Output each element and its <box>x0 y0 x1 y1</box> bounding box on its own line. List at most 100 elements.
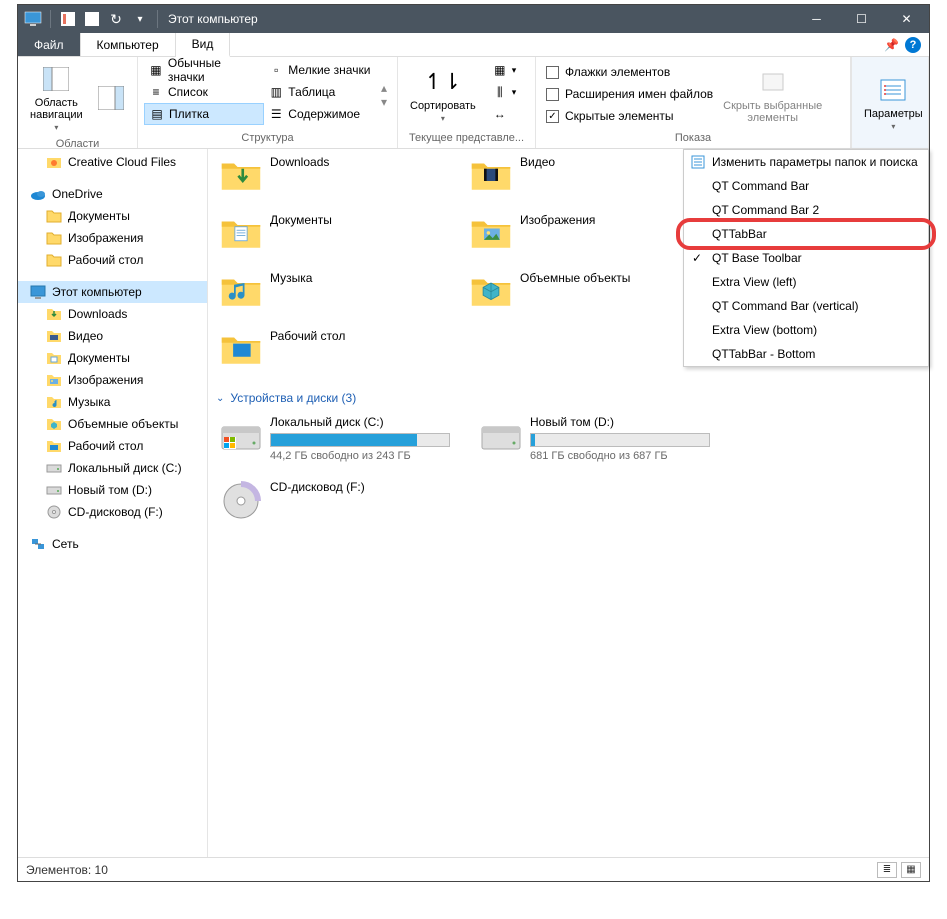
documents-icon <box>46 350 62 366</box>
ctx-item[interactable]: QT Command Bar <box>684 174 928 198</box>
group-areas-label: Области <box>24 136 131 152</box>
group-by-button[interactable]: ▦▾ <box>488 59 521 81</box>
fit-columns-button[interactable]: ↔ <box>488 103 521 125</box>
drives-section-header[interactable]: ⌄ Устройства и диски (3) <box>216 381 921 411</box>
ctx-item[interactable]: Изменить параметры папок и поиска <box>684 150 928 174</box>
tab-file[interactable]: Файл <box>18 33 81 56</box>
sidebar-item[interactable]: Сеть <box>18 533 207 555</box>
sidebar-item[interactable]: Creative Cloud Files <box>18 151 207 173</box>
minimize-button[interactable]: ─ <box>794 5 839 33</box>
quick-toggle-1-icon[interactable] <box>57 8 79 30</box>
ctx-item[interactable]: QTTabBar <box>684 222 928 246</box>
nav-pane-button[interactable]: Область навигации ▾ <box>24 59 89 136</box>
folder-icon <box>46 208 62 224</box>
layout-tile[interactable]: ▤Плитка <box>144 103 264 125</box>
ribbon: Область навигации ▾ Области ▦Обычные зна… <box>18 57 929 149</box>
folder-label: Рабочий стол <box>270 327 345 343</box>
folder-label: Объемные объекты <box>520 269 630 285</box>
sidebar-item[interactable]: CD-дисковод (F:) <box>18 501 207 523</box>
sidebar-item[interactable]: Изображения <box>18 369 207 391</box>
sidebar-item[interactable]: Музыка <box>18 391 207 413</box>
this-pc-icon <box>30 284 46 300</box>
layout-table[interactable]: ▥Таблица <box>264 81 377 103</box>
ctx-item[interactable]: ✓QT Base Toolbar <box>684 246 928 270</box>
cd-icon <box>46 504 62 520</box>
close-button[interactable]: ✕ <box>884 5 929 33</box>
folder-icon <box>46 230 62 246</box>
check-hidden-items[interactable]: ✓Скрытые элементы <box>542 105 717 127</box>
folder-tile[interactable]: Видео <box>466 149 716 207</box>
folder-tile[interactable]: Изображения <box>466 207 716 265</box>
check-item-flags[interactable]: Флажки элементов <box>542 61 717 83</box>
drive-tile[interactable]: Новый том (D:)681 ГБ свободно из 687 ГБ <box>476 411 726 466</box>
ctx-item[interactable]: Extra View (bottom) <box>684 318 928 342</box>
layout-normal-icons[interactable]: ▦Обычные значки <box>144 59 264 81</box>
pin-icon[interactable]: 📌 <box>884 38 899 52</box>
drive-name: Локальный диск (C:) <box>270 415 462 429</box>
view-icons-button[interactable]: ▦ <box>901 862 921 878</box>
sidebar-item-label: Объемные объекты <box>68 417 178 431</box>
video-icon <box>46 328 62 344</box>
drive-c-icon <box>220 415 262 457</box>
sidebar-item[interactable]: Видео <box>18 325 207 347</box>
sort-button[interactable]: ↿⇂ Сортировать ▾ <box>404 59 482 130</box>
sidebar-item[interactable]: Документы <box>18 205 207 227</box>
folder-tile[interactable]: Документы <box>216 207 466 265</box>
dropdown-arrow-icon[interactable]: ▾ <box>129 8 151 30</box>
folder-tile[interactable]: Музыка <box>216 265 466 323</box>
sidebar-item-label: Локальный диск (C:) <box>68 461 182 475</box>
sidebar-item[interactable]: Изображения <box>18 227 207 249</box>
chevron-down-icon: ▾ <box>441 114 445 123</box>
folder-tile[interactable]: Рабочий стол <box>216 323 466 381</box>
sidebar-item[interactable]: OneDrive <box>18 183 207 205</box>
view-details-button[interactable]: ≣ <box>877 862 897 878</box>
ctx-item[interactable]: QT Command Bar (vertical) <box>684 294 928 318</box>
options-button[interactable]: Параметры ▾ <box>858 59 929 146</box>
ctx-item-label: QT Command Bar 2 <box>712 203 819 217</box>
drive-tile[interactable]: CD-дисковод (F:) <box>216 476 466 526</box>
folder-tile[interactable]: Объемные объекты <box>466 265 716 323</box>
sidebar-item[interactable]: Объемные объекты <box>18 413 207 435</box>
sidebar-item[interactable]: Документы <box>18 347 207 369</box>
sidebar-item[interactable]: Этот компьютер <box>18 281 207 303</box>
sidebar-item-label: OneDrive <box>52 187 103 201</box>
navigation-sidebar: Creative Cloud FilesOneDriveДокументыИзо… <box>18 149 208 857</box>
ctx-item[interactable]: QTTabBar - Bottom <box>684 342 928 366</box>
group-show-hide-label: Показа <box>542 130 844 146</box>
sidebar-item[interactable]: Локальный диск (C:) <box>18 457 207 479</box>
preview-pane-button[interactable] <box>89 59 133 136</box>
folder-label: Видео <box>520 153 555 169</box>
sidebar-item[interactable]: Новый том (D:) <box>18 479 207 501</box>
add-columns-button[interactable]: ⫼▾ <box>488 81 521 103</box>
drive-tile[interactable]: Локальный диск (C:) 44,2 ГБ свободно из 2… <box>216 411 466 466</box>
quick-toggle-2-icon[interactable] <box>81 8 103 30</box>
tab-view[interactable]: Вид <box>176 33 231 57</box>
drive-icon <box>480 415 522 457</box>
scroll-down-icon[interactable]: ▾ <box>381 95 387 109</box>
layout-small-icons[interactable]: ▫Мелкие значки <box>264 59 377 81</box>
chevron-down-icon: ⌄ <box>216 393 224 404</box>
drive-name: CD-дисковод (F:) <box>270 480 462 494</box>
drive-usage-bar <box>530 433 710 447</box>
quick-refresh-icon[interactable]: ↻ <box>105 8 127 30</box>
sidebar-item[interactable]: Рабочий стол <box>18 249 207 271</box>
ctx-item[interactable]: Extra View (left) <box>684 270 928 294</box>
sidebar-item-label: Сеть <box>52 537 79 551</box>
network-icon <box>30 536 46 552</box>
sidebar-item-label: Изображения <box>68 231 143 245</box>
ctx-item[interactable]: QT Command Bar 2 <box>684 198 928 222</box>
folder-tile[interactable]: Downloads <box>216 149 466 207</box>
sidebar-item[interactable]: Downloads <box>18 303 207 325</box>
hide-selected-button[interactable]: Скрыть выбранные элементы <box>717 59 828 130</box>
onedrive-icon <box>30 186 46 202</box>
drive-free-text: 44,2 ГБ свободно из 243 ГБ <box>270 450 462 462</box>
help-icon[interactable]: ? <box>905 37 921 53</box>
maximize-button[interactable]: ☐ <box>839 5 884 33</box>
tab-computer[interactable]: Компьютер <box>81 33 176 56</box>
sidebar-item[interactable]: Рабочий стол <box>18 435 207 457</box>
window-title: Этот компьютер <box>168 12 258 26</box>
layout-content[interactable]: ☰Содержимое <box>264 103 377 125</box>
check-filename-ext[interactable]: Расширения имен файлов <box>542 83 717 105</box>
scroll-up-icon[interactable]: ▴ <box>381 81 387 95</box>
layout-list[interactable]: ≡Список <box>144 81 264 103</box>
